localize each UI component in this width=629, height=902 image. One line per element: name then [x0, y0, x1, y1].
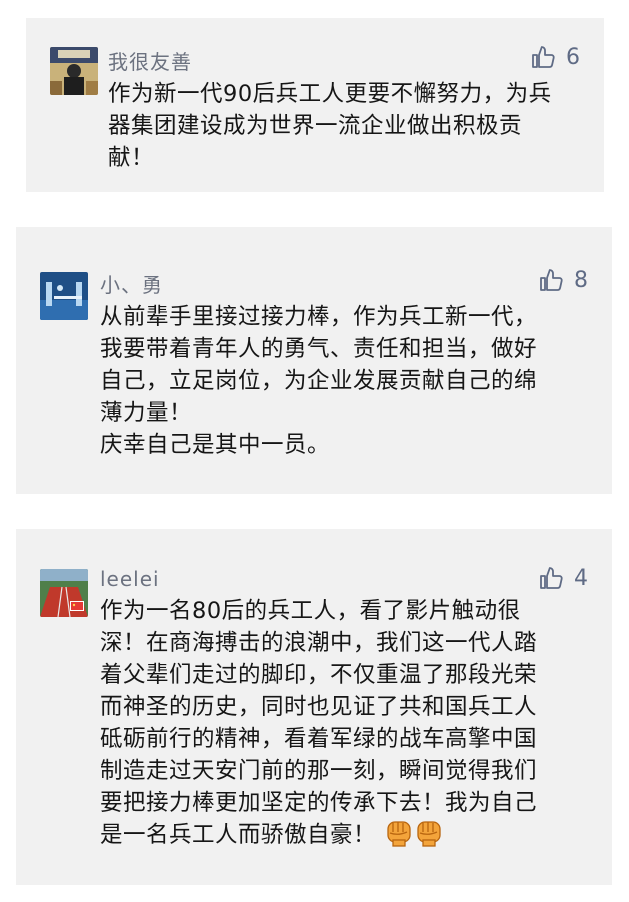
like-count: 6 — [566, 44, 580, 70]
comment-card: 我很友善 6 作为新一代90后兵工人更要不懈努力，为兵 器集团建设成为世界一流企… — [26, 18, 604, 192]
thumbs-up-icon — [532, 46, 555, 68]
comment-line: 庆幸自己是其中一员。 — [100, 432, 331, 458]
comment-card: 小、勇 8 从前辈手里接过接力棒，作为兵工新一代， 我要带着青年人的勇气、责任和… — [16, 227, 612, 494]
avatar[interactable] — [40, 569, 88, 617]
comment-line: 要把接力棒更加坚定的传承下去！我为自己 — [100, 790, 538, 816]
comment-card: leelei 4 作为一名80后的兵工人，看了影片触动很 深！在商海搏击的浪潮中… — [16, 529, 612, 885]
thumbs-up-icon — [540, 567, 563, 589]
comment-line: 是一名兵工人而骄傲自豪！ — [100, 819, 537, 851]
comment-text: 作为新一代90后兵工人更要不懈努力，为兵 器集团建设成为世界一流企业做出积极贡 … — [108, 78, 552, 174]
avatar[interactable] — [40, 272, 88, 320]
comment-line: 深！在商海搏击的浪潮中，我们这一代人踏 — [100, 630, 538, 656]
fist-icon — [417, 821, 441, 847]
like-count: 8 — [574, 267, 588, 293]
username[interactable]: 小、勇 — [100, 269, 163, 298]
fist-icon — [387, 821, 411, 847]
comment-line: 自己，立足岗位，为企业发展贡献自己的绵 — [100, 368, 538, 394]
comment-text: 作为一名80后的兵工人，看了影片触动很 深！在商海搏击的浪潮中，我们这一代人踏 … — [100, 595, 537, 851]
comment-line: 作为新一代90后兵工人更要不懈努力，为兵 — [108, 81, 552, 107]
like-button[interactable]: 6 — [530, 44, 580, 70]
comment-line: 制造走过天安门前的那一刻，瞬间觉得我们 — [100, 758, 538, 784]
comment-line: 着父辈们走过的脚印，不仅重温了那段光荣 — [100, 662, 538, 688]
like-count: 4 — [574, 565, 588, 591]
comment-line: 砥砺前行的精神，看着军绿的战车高擎中国 — [100, 726, 538, 752]
comment-line: 器集团建设成为世界一流企业做出积极贡 — [108, 113, 523, 139]
username[interactable]: leelei — [100, 567, 160, 591]
username[interactable]: 我很友善 — [108, 46, 192, 75]
comment-line: 薄力量！ — [100, 400, 193, 426]
comment-line: 作为一名80后的兵工人，看了影片触动很 — [100, 598, 521, 624]
comment-line: 从前辈手里接过接力棒，作为兵工新一代， — [100, 304, 538, 330]
thumbs-up-icon — [540, 269, 563, 291]
like-button[interactable]: 8 — [538, 267, 588, 293]
like-button[interactable]: 4 — [538, 565, 588, 591]
avatar[interactable] — [50, 47, 98, 95]
comment-line: 献！ — [108, 145, 155, 171]
comment-text: 从前辈手里接过接力棒，作为兵工新一代， 我要带着青年人的勇气、责任和担当，做好 … — [100, 301, 537, 461]
comment-line: 我要带着青年人的勇气、责任和担当，做好 — [100, 336, 538, 362]
comment-line: 而神圣的历史，同时也见证了共和国兵工人 — [100, 694, 538, 720]
comment-line-text: 是一名兵工人而骄傲自豪！ — [100, 822, 377, 848]
